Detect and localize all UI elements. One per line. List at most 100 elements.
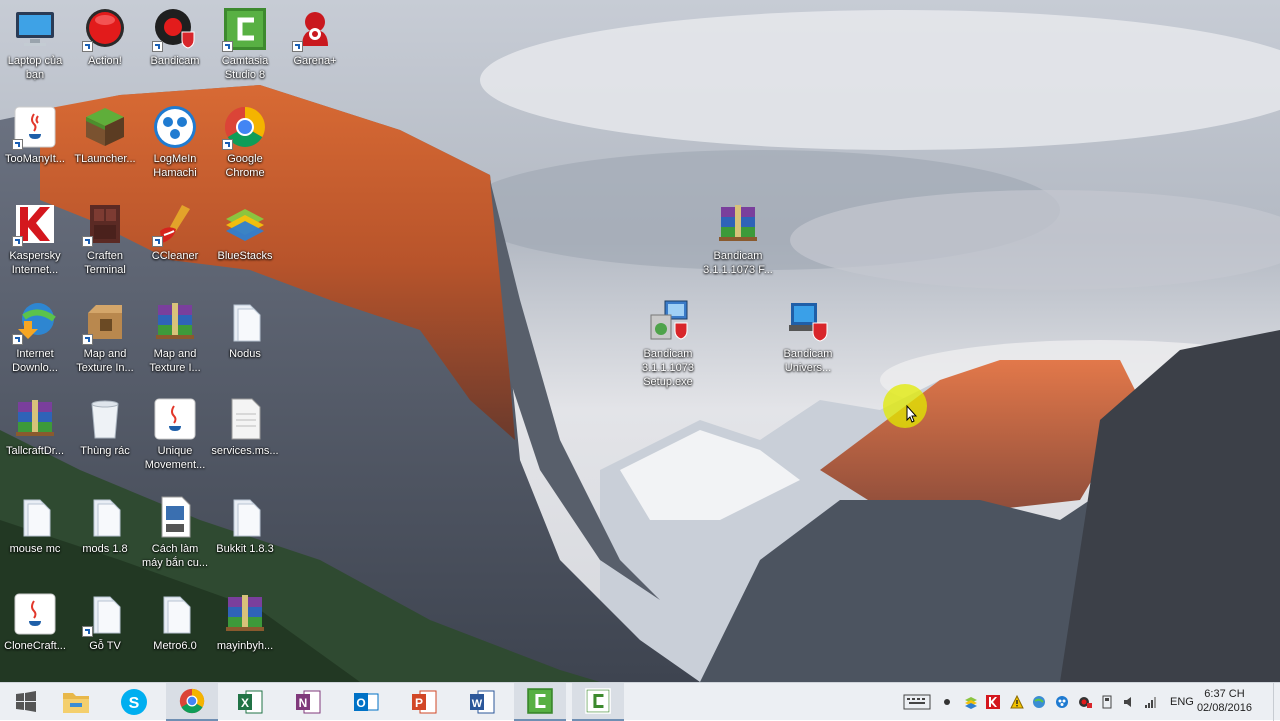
desktop-icon-bandicam-archive[interactable]: Bandicam 3.1.1.1073 F... <box>703 201 773 277</box>
desktop-icon-label: Laptop của bạn <box>7 55 63 81</box>
desktop-icon-ccleaner[interactable]: CCleaner <box>140 201 210 263</box>
minecraft-grass-block-icon <box>82 104 128 150</box>
desktop-icon-google-chrome[interactable]: Google Chrome <box>210 104 280 180</box>
camtasia-icon <box>222 6 268 52</box>
desktop-icon-label: Bandicam 3.1.1.1073 Setup.exe <box>642 348 694 388</box>
desktop-icon-internet-download-manager[interactable]: Internet Downlo... <box>0 299 70 375</box>
signal-strength-icon[interactable] <box>1144 695 1158 709</box>
desktop-icon-label: Unique Movement... <box>144 445 206 471</box>
shortcut-arrow-icon <box>222 139 233 150</box>
desktop-icon-garena[interactable]: Garena+ <box>280 6 350 68</box>
desktop-icon-tlauncher[interactable]: TLauncher... <box>70 104 140 166</box>
document-icon <box>222 396 268 442</box>
desktop-icon-label: Gỗ TV <box>89 640 121 652</box>
input-language-indicator[interactable]: ENG <box>1170 696 1194 708</box>
desktop-icon-toomanyitems[interactable]: TooManyIt... <box>0 104 70 166</box>
java-icon <box>12 591 58 637</box>
bandicam-tray-icon[interactable] <box>1078 695 1092 709</box>
desktop-icon-label: Bukkit 1.8.3 <box>216 543 274 555</box>
desktop-icon-bandicam-uninstall[interactable]: Bandicam Univers... <box>773 299 843 375</box>
shortcut-arrow-icon <box>12 139 23 150</box>
desktop-icon-folder-bukkit[interactable]: Bukkit 1.8.3 <box>210 494 280 556</box>
desktop-icon-map-texture-installer[interactable]: Map and Texture In... <box>70 299 140 375</box>
desktop-icon-label: Garena+ <box>293 55 337 67</box>
shortcut-arrow-icon <box>82 41 93 52</box>
desktop-icon-craften-terminal[interactable]: Craften Terminal <box>70 201 140 277</box>
desktop-icon-folder-nodus[interactable]: Nodus <box>210 299 280 361</box>
volume-icon[interactable] <box>1122 695 1136 709</box>
bluestacks-tray-icon[interactable] <box>964 695 978 709</box>
avi-video-icon <box>152 494 198 540</box>
hamachi-icon <box>152 104 198 150</box>
action-record-icon <box>82 6 128 52</box>
desktop-icon-map-texture-archive[interactable]: Map and Texture I... <box>140 299 210 375</box>
desktop-icon-this-pc[interactable]: Laptop của bạn <box>0 6 70 82</box>
folder-icon <box>222 299 268 345</box>
taskbar: S X N O P W ENG 6:37 CH 02/08/2016 <box>0 682 1280 721</box>
installer-box-icon <box>82 299 128 345</box>
start-button[interactable] <box>0 683 52 721</box>
desktop-icon-folder-mods[interactable]: mods 1.8 <box>70 494 140 556</box>
desktop-icon-bandicam-setup[interactable]: Bandicam 3.1.1.1073 Setup.exe <box>633 299 703 389</box>
hamachi-tray-icon[interactable] <box>1055 695 1069 709</box>
network-globe-icon[interactable] <box>1032 695 1046 709</box>
taskbar-file-explorer[interactable] <box>50 683 102 721</box>
desktop-icon-label: mods 1.8 <box>82 543 128 555</box>
desktop-icon-camtasia[interactable]: Camtasia Studio 8 <box>210 6 280 82</box>
desktop-icon-label: Thùng rác <box>80 445 130 457</box>
desktop-icon-unique-movement[interactable]: Unique Movement... <box>140 396 210 472</box>
chrome-icon <box>222 104 268 150</box>
desktop-icon-hamachi[interactable]: LogMeIn Hamachi <box>140 104 210 180</box>
taskbar-camtasia-studio[interactable] <box>572 683 624 721</box>
desktop-icon-tallcraft[interactable]: TallcraftDr... <box>0 396 70 458</box>
show-desktop-button[interactable] <box>1273 683 1280 721</box>
tray-overflow-icon[interactable] <box>944 699 950 705</box>
desktop-icon-label: Camtasia Studio 8 <box>221 55 269 81</box>
desktop-icon-clonecraft[interactable]: CloneCraft... <box>0 591 70 653</box>
desktop-icon-folder-go-tv[interactable]: Gỗ TV <box>70 591 140 653</box>
desktop-icon-folder-mouse-mc[interactable]: mouse mc <box>0 494 70 556</box>
desktop-icon-bluestacks[interactable]: BlueStacks <box>210 201 280 263</box>
taskbar-onenote[interactable]: N <box>282 683 334 721</box>
camtasia-icon <box>527 688 553 714</box>
taskbar-clock[interactable]: 6:37 CH 02/08/2016 <box>1197 687 1252 715</box>
desktop-icon-action[interactable]: Action! <box>70 6 140 68</box>
word-icon: W <box>470 690 495 714</box>
shortcut-arrow-icon <box>82 626 93 637</box>
recycle-bin-icon <box>82 396 128 442</box>
desktop-icon-recycle-bin[interactable]: Thùng rác <box>70 396 140 458</box>
desktop-icon-video-file[interactable]: Cách làm máy bắn cu... <box>140 494 210 570</box>
kaspersky-tray-icon[interactable] <box>986 695 1000 709</box>
desktop-icon-label: Map and Texture I... <box>149 348 201 374</box>
desktop-icon-folder-metro[interactable]: Metro6.0 <box>140 591 210 653</box>
desktop-icon-bandicam[interactable]: Bandicam <box>140 6 210 68</box>
setup-installer-icon <box>645 299 691 345</box>
java-icon <box>152 396 198 442</box>
taskbar-excel[interactable]: X <box>224 683 276 721</box>
folder-icon <box>63 693 89 713</box>
desktop-icon-label: Cách làm máy bắn cu... <box>141 543 209 569</box>
taskbar-outlook[interactable]: O <box>340 683 392 721</box>
usb-device-icon[interactable] <box>1100 695 1114 709</box>
desktop-icon-label: Bandicam Univers... <box>783 348 833 374</box>
winrar-archive-icon <box>152 299 198 345</box>
clock-date: 02/08/2016 <box>1196 702 1252 714</box>
shortcut-arrow-icon <box>152 41 163 52</box>
taskbar-word[interactable]: W <box>456 683 508 721</box>
desktop-icon-kaspersky[interactable]: Kaspersky Internet... <box>0 201 70 277</box>
desktop-icon-label: Craften Terminal <box>84 250 126 276</box>
taskbar-chrome[interactable] <box>166 683 218 721</box>
desktop-icon-label: Nodus <box>229 348 261 360</box>
kaspersky-icon <box>12 201 58 247</box>
desktop-icon-label: TLauncher... <box>74 153 136 165</box>
desktop-icon-mayinbyh[interactable]: mayinbyh... <box>210 591 280 653</box>
taskbar-powerpoint[interactable]: P <box>398 683 450 721</box>
desktop-icon-label: Internet Downlo... <box>12 348 58 374</box>
idm-icon <box>12 299 58 345</box>
desktop-icon-label: Bandicam 3.1.1.1073 F... <box>703 250 773 276</box>
taskbar-skype[interactable]: S <box>108 683 160 721</box>
desktop-icon-services-file[interactable]: services.ms... <box>210 396 280 458</box>
touch-keyboard-icon[interactable] <box>903 694 931 710</box>
warning-icon[interactable] <box>1010 694 1024 709</box>
taskbar-camtasia-recorder[interactable] <box>514 683 566 721</box>
